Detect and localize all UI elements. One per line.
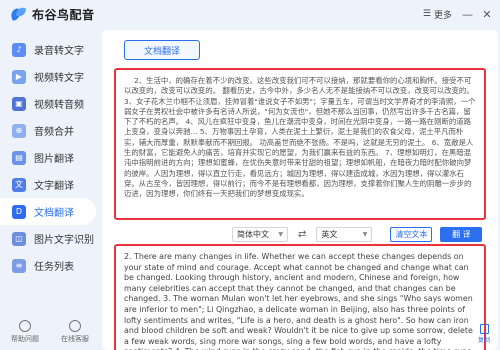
more-icon: ☰ [422,9,431,19]
sidebar-item-task-list[interactable]: ≡ 任务列表 [0,252,100,279]
more-button[interactable]: ☰ 更多 [423,8,452,21]
app-title: 布谷鸟配音 [32,7,95,22]
copy-button[interactable]: 复制 [476,324,492,344]
translate-controls: 简体中文 ▼ ⇄ 英文 ▼ 清空文本 翻 译 [232,226,483,242]
customer-service-button[interactable]: 在线客服 [61,320,89,344]
video-audio-icon: ▣ [12,96,26,111]
translation-result-area[interactable]: 2. There are many changes in life. Wheth… [114,244,486,350]
sidebar-item-audio-merge[interactable]: ⊕ 音频合并 [0,117,100,144]
chat-icon [69,320,81,332]
tab-document-translate[interactable]: 文档翻译 [124,40,200,60]
sidebar-item-label: 图片翻译 [34,154,74,165]
task-list-icon: ≡ [12,258,26,273]
help-icon [19,320,31,332]
sidebar-item-video-to-audio[interactable]: ▣ 视频转音频 [0,90,100,117]
video-icon: ▶ [12,69,26,84]
main-panel: 文档翻译 2、生活中，的确存在着不少的改变。这些改变我们可不可以接纳，那就要看你… [102,30,498,350]
chevron-down-icon: ▼ [362,230,368,238]
sidebar-item-label: 视频转文字 [34,73,84,84]
source-language-select[interactable]: 简体中文 ▼ [232,226,288,242]
microphone-icon: ♪ [12,42,26,57]
clear-text-button[interactable]: 清空文本 [390,226,433,242]
sidebar-item-label: 文档翻译 [34,208,74,219]
translate-button[interactable]: 翻 译 [440,226,483,242]
chevron-down-icon: ▼ [278,230,283,238]
service-label: 在线客服 [61,335,89,343]
sidebar-item-label: 任务列表 [34,262,74,273]
minimize-button[interactable]: — [462,8,473,21]
sidebar: ♪ 录音转文字 ▶ 视频转文字 ▣ 视频转音频 ⊕ 音频合并 ▤ 图片翻译 文 … [0,36,100,350]
sidebar-footer: 帮助问题 在线客服 [0,320,100,344]
window-controls: ☰ 更多 — ✕ [423,0,492,28]
sidebar-item-label: 录音转文字 [34,46,84,57]
help-label: 帮助问题 [11,335,39,343]
sidebar-item-label: 文字翻译 [34,181,74,192]
image-icon: ▤ [12,150,26,165]
target-language-value: 英文 [321,229,338,239]
sidebar-item-audio-to-text[interactable]: ♪ 录音转文字 [0,36,100,63]
sidebar-item-label: 图片文字识别 [34,235,94,246]
document-icon: D [12,204,26,219]
copy-icon [479,324,489,334]
app-logo-icon [9,5,27,22]
close-button[interactable]: ✕ [482,8,492,21]
title-bar: 布谷鸟配音 ☰ 更多 — ✕ [0,0,500,28]
merge-icon: ⊕ [12,123,26,138]
sidebar-item-ocr[interactable]: ◫ 图片文字识别 [0,225,100,252]
sidebar-item-label: 视频转音频 [34,100,84,111]
help-button[interactable]: 帮助问题 [11,320,39,344]
source-text-area[interactable]: 2、生活中，的确存在着不少的改变。这些改变我们可不可以接纳，那就要看你的心境和胸… [114,68,486,220]
target-language-select[interactable]: 英文 ▼ [316,226,373,242]
sidebar-item-image-translate[interactable]: ▤ 图片翻译 [0,144,100,171]
more-label: 更多 [433,10,452,21]
text-translate-icon: 文 [12,177,26,192]
sidebar-item-document-translate[interactable]: D 文档翻译 [0,198,96,225]
sidebar-item-video-to-text[interactable]: ▶ 视频转文字 [0,63,100,90]
ocr-icon: ◫ [12,231,26,246]
sidebar-item-label: 音频合并 [34,127,74,138]
copy-label: 复制 [477,337,490,344]
swap-languages-icon[interactable]: ⇄ [298,229,306,240]
sidebar-item-text-translate[interactable]: 文 文字翻译 [0,171,100,198]
source-language-value: 简体中文 [237,229,269,239]
